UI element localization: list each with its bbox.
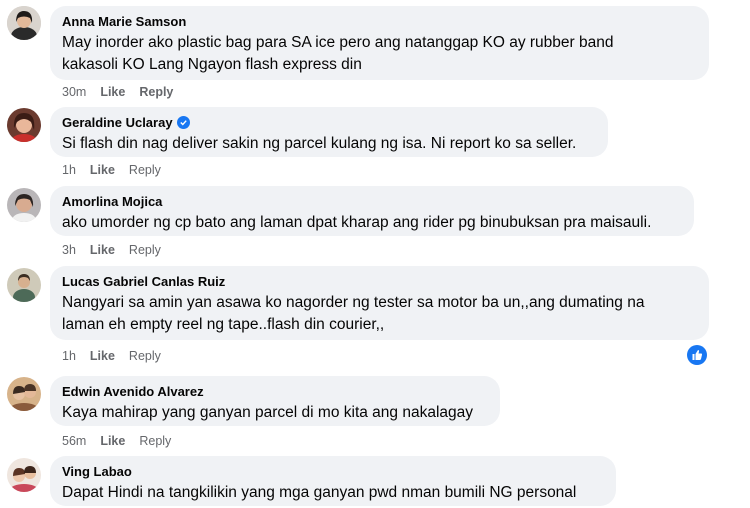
comment-author[interactable]: Lucas Gabriel Canlas Ruiz (62, 273, 697, 290)
avatar[interactable] (7, 108, 41, 142)
avatar[interactable] (7, 458, 41, 492)
comment-text: Kaya mahirap yang ganyan parcel di mo ki… (62, 404, 474, 421)
comment-actions: 3h Like Reply (62, 243, 161, 257)
reply-button[interactable]: Reply (139, 85, 173, 99)
comment-bubble: Ving Labao Dapat Hindi na tangkilikin ya… (50, 456, 616, 506)
comment-author[interactable]: Ving Labao (62, 463, 604, 480)
comment-text: Dapat Hindi na tangkilikin yang mga gany… (62, 484, 577, 501)
comment-author[interactable]: Anna Marie Samson (62, 13, 697, 30)
like-button[interactable]: Like (100, 434, 125, 448)
avatar[interactable] (7, 6, 41, 40)
comment-actions: 30m Like Reply (62, 85, 173, 99)
comment-time[interactable]: 56m (62, 434, 86, 448)
like-button[interactable]: Like (100, 85, 125, 99)
comment-author[interactable]: Geraldine Uclaray (62, 114, 596, 131)
comment-author[interactable]: Edwin Avenido Alvarez (62, 383, 488, 400)
comment-author[interactable]: Amorlina Mojica (62, 193, 682, 210)
reply-button[interactable]: Reply (129, 349, 161, 363)
comment-text: Nangyari sa amin yan asawa ko nagorder n… (62, 294, 645, 333)
like-reaction-icon[interactable] (687, 345, 707, 365)
comment-actions: 1h Like Reply (62, 349, 161, 363)
avatar[interactable] (7, 377, 41, 411)
comment-time[interactable]: 30m (62, 85, 86, 99)
comment-text: May inorder ako plastic bag para SA ice … (62, 34, 614, 73)
comment-time[interactable]: 3h (62, 243, 76, 257)
like-button[interactable]: Like (90, 243, 115, 257)
comment-bubble: Amorlina Mojica ako umorder ng cp bato a… (50, 186, 694, 236)
like-button[interactable]: Like (90, 349, 115, 363)
comment-bubble: Geraldine Uclaray Si flash din nag deliv… (50, 107, 608, 157)
comment-bubble: Edwin Avenido Alvarez Kaya mahirap yang … (50, 376, 500, 426)
comment-time[interactable]: 1h (62, 349, 76, 363)
avatar[interactable] (7, 188, 41, 222)
comment-actions: 56m Like Reply (62, 434, 171, 448)
avatar[interactable] (7, 268, 41, 302)
reply-button[interactable]: Reply (129, 163, 161, 177)
reply-button[interactable]: Reply (139, 434, 171, 448)
comment-bubble: Lucas Gabriel Canlas Ruiz Nangyari sa am… (50, 266, 709, 340)
comment-text: ako umorder ng cp bato ang laman dpat kh… (62, 214, 652, 231)
comment-text: Si flash din nag deliver sakin ng parcel… (62, 135, 577, 152)
reply-button[interactable]: Reply (129, 243, 161, 257)
comment-actions: 1h Like Reply (62, 163, 161, 177)
comment-time[interactable]: 1h (62, 163, 76, 177)
comment-bubble: Anna Marie Samson May inorder ako plasti… (50, 6, 709, 80)
verified-badge-icon (176, 116, 190, 129)
like-button[interactable]: Like (90, 163, 115, 177)
